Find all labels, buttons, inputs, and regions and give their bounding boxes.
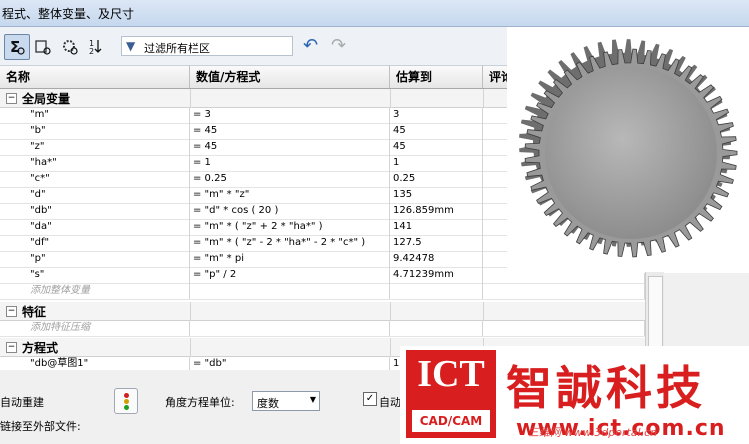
sigma-eye-icon[interactable]: Σ — [4, 34, 30, 60]
cell-value[interactable]: = "db" — [190, 356, 390, 370]
add-global-row[interactable]: 添加整体变量 — [0, 283, 645, 300]
cell-eval: 126.859mm — [390, 203, 483, 219]
watermark-text: 三维网 www.3dportal.cn — [528, 426, 658, 439]
auto-check-label: 自动 — [379, 396, 401, 409]
traffic-light-icon[interactable] — [114, 388, 138, 414]
cell-eval: 45 — [390, 123, 483, 139]
window-title: 程式、整体变量、及尺寸 — [2, 7, 135, 21]
cell-eval: 9.42478 — [390, 251, 483, 267]
cell-value[interactable]: = "m" * "z" — [190, 187, 390, 203]
sort-eye-icon[interactable]: 12 — [84, 34, 110, 60]
cell-name[interactable]: "b" — [0, 123, 190, 139]
cell-eval: 127.5 — [390, 235, 483, 251]
window-titlebar: 程式、整体变量、及尺寸 — [0, 0, 749, 27]
collapse-icon[interactable]: − — [6, 306, 17, 317]
header-value[interactable]: 数值/方程式 — [190, 66, 390, 88]
cell-eval: 135 — [390, 187, 483, 203]
cell-eval: 141 — [390, 219, 483, 235]
section-label: 全局变量 — [22, 92, 71, 106]
redo-icon[interactable]: ↷ — [331, 35, 346, 56]
cell-eval: 1 — [390, 155, 483, 171]
gear-icon — [519, 39, 738, 258]
cell-name[interactable]: "da" — [0, 219, 190, 235]
cell-value[interactable]: = 0.25 — [190, 171, 390, 187]
collapse-icon[interactable]: − — [6, 93, 17, 104]
cell-name[interactable]: "m" — [0, 107, 190, 123]
box-eye-icon[interactable] — [30, 34, 56, 60]
filter-icon: ▼ — [126, 39, 136, 53]
cell-eval: 3 — [390, 107, 483, 123]
cell-value[interactable]: = 3 — [190, 107, 390, 123]
cell-value[interactable]: = "m" * ( "z" + 2 * "ha*" ) — [190, 219, 390, 235]
cell-name[interactable]: "c*" — [0, 171, 190, 187]
angle-unit-label: 角度方程单位: — [165, 396, 235, 409]
ict-watermark-banner: ICT CAD/CAM 智誠科技 www.ict.com.cn 三维网 www.… — [400, 346, 749, 444]
gear-preview — [507, 27, 749, 273]
cell-value[interactable]: = "m" * pi — [190, 251, 390, 267]
ict-logo: ICT CAD/CAM — [406, 350, 496, 438]
cell-name[interactable]: "db" — [0, 203, 190, 219]
header-evaluates[interactable]: 估算到 — [390, 66, 483, 88]
cell-name[interactable]: "db@草图1" — [0, 356, 190, 370]
header-name[interactable]: 名称 — [0, 66, 190, 88]
cell-name[interactable]: "df" — [0, 235, 190, 251]
chevron-down-icon: ▼ — [309, 395, 316, 404]
filter-placeholder: 过滤所有栏区 — [144, 42, 210, 55]
section-features[interactable]: − 特征 — [0, 302, 645, 321]
gear-eye-icon[interactable] — [57, 34, 83, 60]
svg-text:2: 2 — [89, 47, 94, 56]
brand-text: 智誠科技 — [506, 361, 706, 415]
cell-eval: 0.25 — [390, 171, 483, 187]
cell-value[interactable]: = "m" * ( "z" - 2 * "ha*" - 2 * "c*" ) — [190, 235, 390, 251]
link-external-label: 链接至外部文件: — [0, 420, 81, 433]
cell-value[interactable]: = 45 — [190, 139, 390, 155]
cell-value[interactable]: = 45 — [190, 123, 390, 139]
undo-icon[interactable]: ↶ — [303, 35, 318, 56]
cell-value[interactable]: = "p" / 2 — [190, 267, 390, 283]
cell-name[interactable]: "d" — [0, 187, 190, 203]
angle-unit-select[interactable]: 度数 ▼ — [252, 391, 320, 411]
cell-name[interactable]: "ha*" — [0, 155, 190, 171]
cell-name[interactable]: "p" — [0, 251, 190, 267]
add-feature-row[interactable]: 添加特征压缩 — [0, 320, 645, 337]
cell-eval: 4.71239mm — [390, 267, 483, 283]
auto-checkbox[interactable]: ✓ — [363, 392, 377, 406]
ict-logo-text: ICT — [417, 353, 485, 395]
cell-name[interactable]: "z" — [0, 139, 190, 155]
section-label: 方程式 — [22, 341, 59, 355]
add-feature-link[interactable]: 添加特征压缩 — [0, 320, 190, 336]
filter-input[interactable]: ▼ 过滤所有栏区 — [121, 36, 293, 56]
cell-eval: 45 — [390, 139, 483, 155]
add-global-link[interactable]: 添加整体变量 — [0, 283, 190, 299]
cell-name[interactable]: "s" — [0, 267, 190, 283]
section-label: 特征 — [22, 305, 47, 319]
cell-value[interactable]: = "d" * cos ( 20 ) — [190, 203, 390, 219]
auto-rebuild-label: 自动重建 — [0, 396, 44, 409]
cell-value[interactable]: = 1 — [190, 155, 390, 171]
collapse-icon[interactable]: − — [6, 342, 17, 353]
cadcam-text: CAD/CAM — [412, 410, 490, 432]
angle-unit-value: 度数 — [257, 397, 279, 410]
